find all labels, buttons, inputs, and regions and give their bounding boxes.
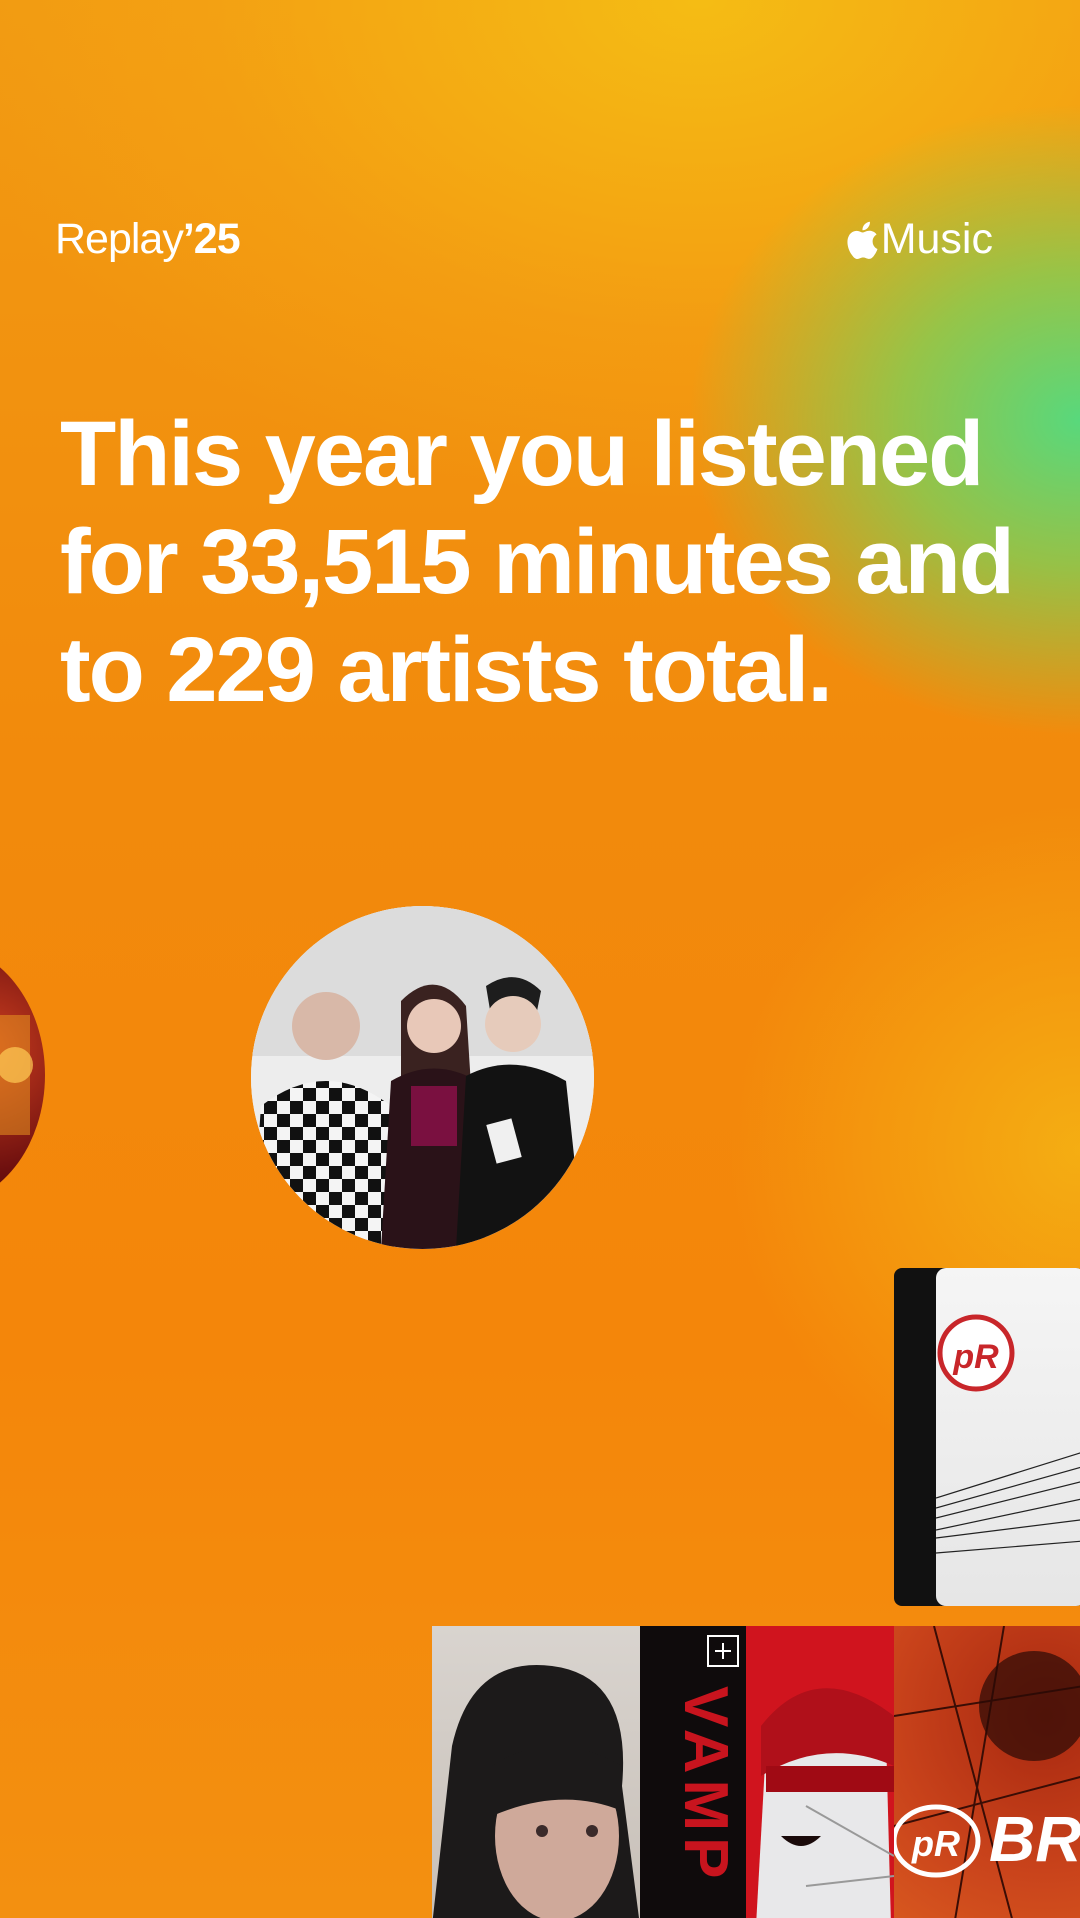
brat-album-art: pR BRAT [894, 1626, 1080, 1918]
album-art-brat[interactable]: pR BRAT [894, 1626, 1080, 1918]
apple-logo-icon [847, 221, 878, 259]
vamp-text: VAMP [671, 1686, 740, 1885]
artist-photo-partial[interactable] [0, 945, 45, 1205]
service-name: Music [880, 215, 993, 263]
brat-text: BRAT [989, 1803, 1080, 1875]
portrait-album-art [432, 1665, 639, 1918]
masked-figure-album-art [746, 1626, 894, 1918]
album-art-masked-figure[interactable] [746, 1626, 894, 1918]
album-art-portrait[interactable] [432, 1626, 640, 1918]
band-photo-art [251, 906, 594, 1249]
apple-music-logo: Music [843, 215, 993, 264]
brand-name: Replay [55, 215, 184, 263]
pr-logo-text: pR [952, 1338, 999, 1376]
artist-photo-left-art [0, 1015, 33, 1135]
artist-photo-main[interactable] [251, 906, 594, 1249]
vamp-album-art: VAMP [671, 1635, 740, 1885]
replay-logo: Replay’25 [55, 215, 241, 264]
replay-screen: Replay’25 Music This year you listened f… [0, 0, 1080, 1918]
brand-year: ’25 [182, 215, 241, 263]
brat-pr-logo-text: pR [911, 1823, 960, 1864]
pr-album-art: pR [936, 1314, 1080, 1554]
album-art-vamp[interactable]: VAMP [640, 1626, 746, 1918]
listening-summary: This year you listened for 33,515 minute… [60, 403, 1015, 721]
top-bar: Replay’25 Music [55, 215, 1025, 267]
album-art-pr[interactable]: pR [894, 1268, 1080, 1606]
